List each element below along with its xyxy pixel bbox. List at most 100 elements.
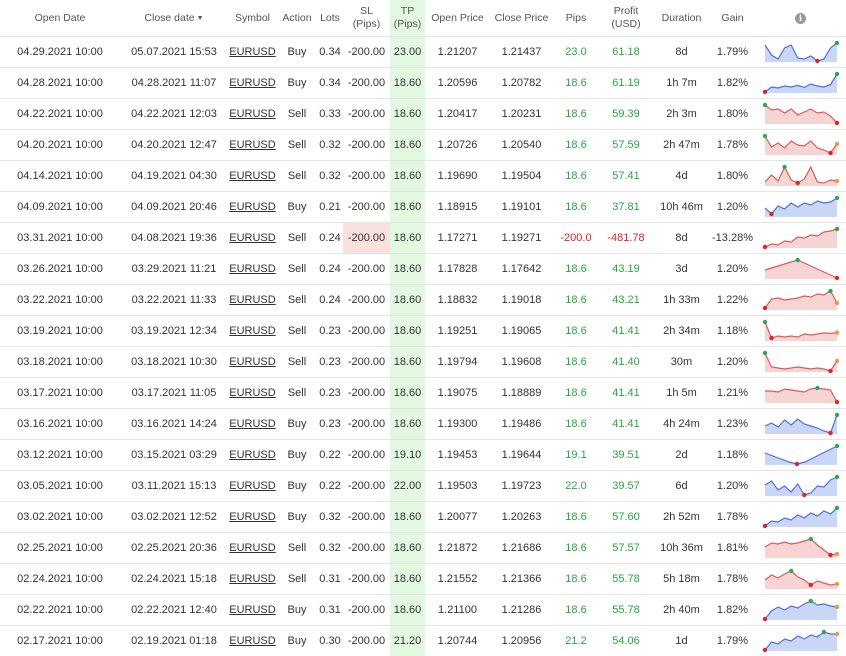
open-date-value: 02.17.2021 10:00 — [17, 635, 103, 647]
pips-value: 18.6 — [565, 170, 587, 182]
symbol-link[interactable]: EURUSD — [229, 604, 275, 616]
table-row[interactable]: 03.02.2021 10:00 03.02.2021 12:52 EURUSD Bu… — [0, 501, 846, 533]
open-price-cell: 1.20417 — [425, 98, 490, 130]
table-row[interactable]: 02.22.2021 10:00 02.22.2021 12:40 EURUSD Bu… — [0, 594, 846, 626]
sparkline-end-marker — [834, 330, 839, 335]
trade-sparkline[interactable] — [762, 504, 840, 530]
table-row[interactable]: 04.28.2021 10:00 04.28.2021 11:07 EURUSD Bu… — [0, 67, 846, 99]
symbol-link[interactable]: EURUSD — [229, 201, 275, 213]
trade-sparkline[interactable] — [762, 70, 840, 96]
pips-cell: 18.6 — [553, 501, 599, 533]
pips-value: 18.6 — [565, 573, 587, 585]
trade-sparkline[interactable] — [762, 411, 840, 437]
trade-sparkline[interactable] — [762, 256, 840, 282]
col-duration[interactable]: Duration — [653, 0, 710, 37]
close-price-value: 1.20956 — [501, 635, 542, 647]
trade-sparkline[interactable] — [762, 225, 840, 251]
trade-sparkline[interactable] — [762, 194, 840, 220]
symbol-link[interactable]: EURUSD — [229, 635, 275, 647]
table-row[interactable]: 03.16.2021 10:00 03.16.2021 14:24 EURUSD Bu… — [0, 408, 846, 440]
table-row[interactable]: 02.25.2021 10:00 02.25.2021 20:36 EURUSD Se… — [0, 532, 846, 564]
lots-cell: 0.34 — [317, 67, 343, 99]
col-close-price[interactable]: Close Price — [490, 0, 553, 37]
table-row[interactable]: 02.24.2021 10:00 02.24.2021 15:18 EURUSD Se… — [0, 563, 846, 595]
symbol-link[interactable]: EURUSD — [229, 511, 275, 523]
open-price-value: 1.19503 — [437, 480, 478, 492]
symbol-link[interactable]: EURUSD — [229, 46, 275, 58]
trade-sparkline[interactable] — [762, 349, 840, 375]
col-profit[interactable]: Profit (USD) — [599, 0, 653, 37]
symbol-link[interactable]: EURUSD — [229, 449, 275, 461]
symbol-link[interactable]: EURUSD — [229, 263, 275, 275]
sparkline-end-marker — [834, 581, 839, 587]
gain-value: 1.18% — [716, 449, 749, 461]
symbol-link[interactable]: EURUSD — [229, 356, 275, 368]
trade-sparkline[interactable] — [762, 163, 840, 189]
gain-value: -13.28% — [712, 232, 753, 244]
col-action[interactable]: Action — [277, 0, 317, 37]
trade-sparkline[interactable] — [762, 473, 840, 499]
profit-value: 39.57 — [612, 480, 640, 492]
table-row[interactable]: 04.29.2021 10:00 05.07.2021 15:53 EURUSD Bu… — [0, 36, 846, 68]
col-symbol-label: Symbol — [234, 11, 270, 24]
tp-cell: 21.20 — [390, 625, 425, 656]
lots-value: 0.24 — [319, 294, 341, 306]
symbol-link[interactable]: EURUSD — [229, 387, 275, 399]
table-row[interactable]: 03.18.2021 10:00 03.18.2021 10:30 EURUSD Se… — [0, 346, 846, 378]
table-row[interactable]: 04.22.2021 10:00 04.22.2021 12:03 EURUSD Se… — [0, 98, 846, 130]
table-row[interactable]: 04.09.2021 10:00 04.09.2021 20:46 EURUSD Bu… — [0, 191, 846, 223]
col-lots[interactable]: Lots — [317, 0, 343, 37]
tp-value: 18.60 — [393, 294, 422, 306]
trade-sparkline[interactable] — [762, 380, 840, 406]
col-sl[interactable]: SL (Pips) — [343, 0, 390, 37]
open-date-value: 03.26.2021 10:00 — [17, 263, 103, 275]
trade-sparkline[interactable] — [762, 287, 840, 313]
trade-sparkline[interactable] — [762, 101, 840, 127]
trade-sparkline[interactable] — [762, 318, 840, 344]
table-row[interactable]: 03.19.2021 10:00 03.19.2021 12:34 EURUSD Se… — [0, 315, 846, 347]
table-row[interactable]: 03.05.2021 10:00 03.11.2021 15:13 EURUSD Bu… — [0, 470, 846, 502]
col-gain[interactable]: Gain — [710, 0, 755, 37]
col-symbol[interactable]: Symbol — [228, 0, 277, 37]
close-date-value: 02.25.2021 20:36 — [131, 542, 217, 554]
symbol-link[interactable]: EURUSD — [229, 108, 275, 120]
trade-sparkline[interactable] — [762, 628, 840, 654]
symbol-link[interactable]: EURUSD — [229, 294, 275, 306]
symbol-link[interactable]: EURUSD — [229, 542, 275, 554]
symbol-link[interactable]: EURUSD — [229, 139, 275, 151]
pips-cell: 18.6 — [553, 532, 599, 564]
col-open-date[interactable]: Open Date — [0, 0, 120, 37]
col-pips[interactable]: Pips — [553, 0, 599, 37]
table-row[interactable]: 03.22.2021 10:00 03.22.2021 11:33 EURUSD Se… — [0, 284, 846, 316]
table-row[interactable]: 04.14.2021 10:00 04.19.2021 04:30 EURUSD Se… — [0, 160, 846, 192]
close-price-cell: 1.21686 — [490, 532, 553, 564]
table-row[interactable]: 03.31.2021 10:00 04.08.2021 19:36 EURUSD Se… — [0, 222, 846, 254]
pips-cell: 18.6 — [553, 408, 599, 440]
close-price-cell: 1.20263 — [490, 501, 553, 533]
symbol-link[interactable]: EURUSD — [229, 573, 275, 585]
trade-sparkline[interactable] — [762, 566, 840, 592]
symbol-link[interactable]: EURUSD — [229, 480, 275, 492]
symbol-link[interactable]: EURUSD — [229, 170, 275, 182]
col-tp[interactable]: TP (Pips) — [390, 0, 425, 37]
trade-sparkline[interactable] — [762, 442, 840, 468]
action-cell: Sell — [277, 129, 317, 161]
symbol-link[interactable]: EURUSD — [229, 232, 275, 244]
symbol-link[interactable]: EURUSD — [229, 325, 275, 337]
symbol-link[interactable]: EURUSD — [229, 418, 275, 430]
trade-sparkline[interactable] — [762, 597, 840, 623]
table-row[interactable]: 03.12.2021 10:00 03.15.2021 03:29 EURUSD Bu… — [0, 439, 846, 471]
col-close-date[interactable]: Close date ▼ — [120, 0, 228, 37]
table-row[interactable]: 04.20.2021 10:00 04.20.2021 12:47 EURUSD Se… — [0, 129, 846, 161]
trade-sparkline[interactable] — [762, 39, 840, 65]
table-row[interactable]: 03.17.2021 10:00 03.17.2021 11:05 EURUSD Se… — [0, 377, 846, 409]
trade-sparkline[interactable] — [762, 535, 840, 561]
pips-cell: 22.0 — [553, 470, 599, 502]
action-cell: Buy — [277, 67, 317, 99]
table-row[interactable]: 03.26.2021 10:00 03.29.2021 11:21 EURUSD Se… — [0, 253, 846, 285]
col-open-price[interactable]: Open Price — [425, 0, 490, 37]
symbol-link[interactable]: EURUSD — [229, 77, 275, 89]
info-icon[interactable]: i — [795, 12, 806, 24]
table-row[interactable]: 02.17.2021 10:00 02.19.2021 01:18 EURUSD Bu… — [0, 625, 846, 656]
trade-sparkline[interactable] — [762, 132, 840, 158]
